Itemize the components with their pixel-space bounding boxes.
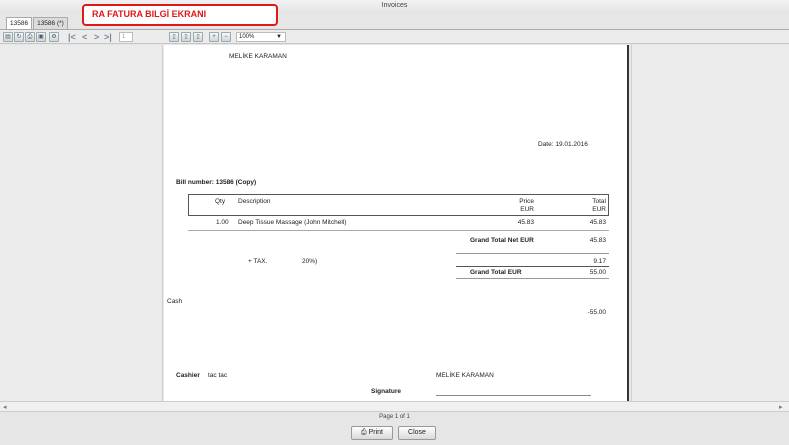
- chevron-down-icon: ▼: [276, 34, 282, 40]
- last-page-icon[interactable]: >|: [104, 32, 112, 42]
- grand-total-label: Grand Total EUR: [470, 269, 522, 276]
- col-total-currency: EUR: [592, 206, 606, 213]
- viewer-left-margin: [0, 45, 163, 401]
- close-button-label: Close: [408, 429, 426, 436]
- col-description-header: Description: [238, 198, 271, 205]
- invoice-date: Date: 19.01.2016: [538, 141, 588, 148]
- grand-total-net-label: Grand Total Net EUR: [470, 237, 534, 244]
- two-page-icon[interactable]: ▯: [181, 32, 191, 42]
- payment-amount: -55.00: [587, 309, 606, 316]
- signature-line: [436, 395, 591, 396]
- print-button-label: Print: [368, 429, 383, 436]
- item-qty: 1.00: [216, 219, 229, 226]
- cashier-name: tac tac: [208, 372, 228, 379]
- items-divider: [188, 230, 609, 231]
- cashier-label: Cashier: [176, 372, 200, 379]
- refresh-icon[interactable]: ↻: [14, 32, 24, 42]
- col-qty-header: Qty: [215, 198, 226, 205]
- bill-number: Bill number: 13586 (Copy): [176, 179, 257, 186]
- settings-icon[interactable]: ⚙: [49, 32, 59, 42]
- grand-total-divider: [456, 266, 609, 267]
- tab-invoice-13586-copy[interactable]: 13586 (*): [33, 17, 68, 29]
- report-viewer: MELİKE KARAMAN Date: 19.01.2016 Bill num…: [0, 45, 789, 401]
- grand-total-net-value: 45.83: [589, 237, 606, 244]
- item-description: Deep Tissue Massage (John Mitchell): [238, 219, 347, 226]
- zoom-in-icon[interactable]: +: [209, 32, 219, 42]
- grand-total-value: 55.00: [589, 269, 606, 276]
- annotation-label: RA FATURA BILGİ EKRANI: [82, 4, 278, 26]
- page-number-input[interactable]: 1: [119, 32, 133, 42]
- viewer-right-margin: [631, 45, 789, 401]
- tax-label: + TAX.: [248, 258, 268, 265]
- signer-name: MELİKE KARAMAN: [436, 372, 494, 379]
- next-page-icon[interactable]: >: [94, 32, 99, 42]
- signature-label: Signature: [371, 388, 401, 395]
- invoice-page: MELİKE KARAMAN Date: 19.01.2016 Bill num…: [164, 45, 629, 401]
- tab-bar: 13586 13586 (*): [6, 17, 69, 29]
- save-icon[interactable]: ▣: [36, 32, 46, 42]
- first-page-icon[interactable]: |<: [68, 32, 76, 42]
- close-button[interactable]: Close: [398, 426, 436, 440]
- report-toolbar: ▤ ↻ ⎙ ▣ ⚙ |< < > >| 1 ▯ ▯ ▯ + − 100% ▼: [0, 30, 789, 44]
- page-info-text: Page 1 of 1: [379, 414, 410, 420]
- print-button[interactable]: ⎙ Print: [351, 426, 393, 440]
- col-total-header: Total: [592, 198, 606, 205]
- zoom-select[interactable]: 100% ▼: [236, 32, 286, 42]
- grand-total-underline: [456, 278, 609, 279]
- col-price-currency: EUR: [520, 206, 534, 213]
- horizontal-scrollbar[interactable]: ◂ ▸: [0, 401, 789, 412]
- prev-page-icon[interactable]: <: [82, 32, 87, 42]
- print-icon[interactable]: ⎙: [25, 32, 35, 42]
- zoom-value: 100%: [239, 34, 255, 40]
- continuous-page-icon[interactable]: ▯: [193, 32, 203, 42]
- printer-icon: ⎙: [361, 429, 367, 436]
- scroll-left-icon[interactable]: ◂: [3, 403, 7, 411]
- item-total: 45.83: [589, 219, 606, 226]
- tax-divider-top: [456, 253, 609, 254]
- tax-rate: 20%): [302, 258, 318, 265]
- tax-value: 9.17: [593, 258, 606, 265]
- single-page-icon[interactable]: ▯: [169, 32, 179, 42]
- page-info: Page 1 of 1: [0, 412, 789, 423]
- col-price-header: Price: [519, 198, 534, 205]
- company-name: MELİKE KARAMAN: [229, 53, 287, 60]
- window-title: Invoices: [381, 2, 408, 9]
- payment-method: Cash: [167, 298, 183, 305]
- item-price: 45.83: [517, 219, 534, 226]
- zoom-out-icon[interactable]: −: [221, 32, 231, 42]
- tab-invoice-13586[interactable]: 13586: [6, 17, 33, 29]
- scroll-right-icon[interactable]: ▸: [779, 403, 783, 411]
- export-icon[interactable]: ▤: [3, 32, 13, 42]
